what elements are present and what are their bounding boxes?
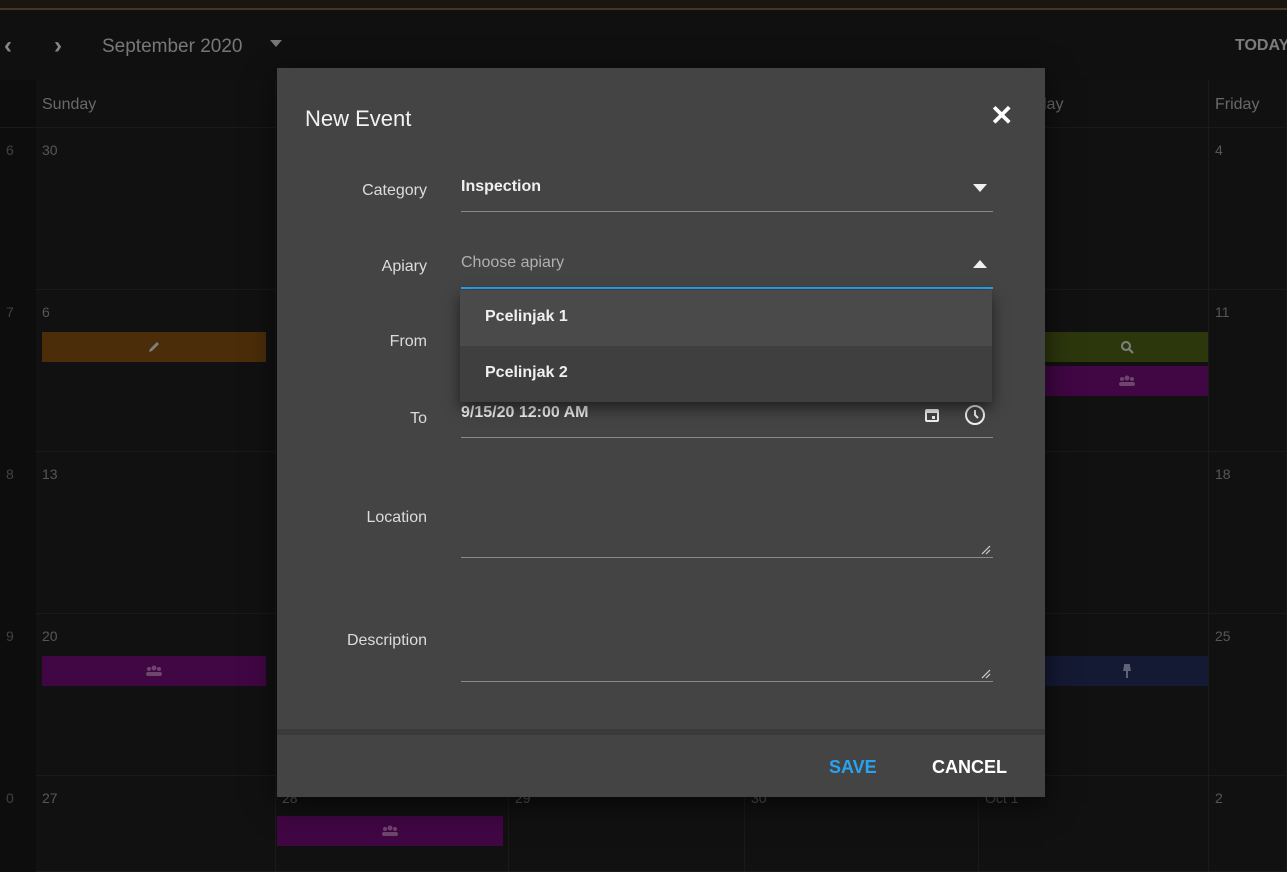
- description-label: Description: [346, 632, 427, 649]
- category-select[interactable]: Inspection: [461, 168, 993, 212]
- calendar-icon[interactable]: [924, 407, 940, 423]
- clock-icon[interactable]: [964, 404, 986, 426]
- dialog-footer: SAVE CANCEL: [277, 729, 1045, 797]
- apiary-option[interactable]: Pcelinjak 1: [460, 290, 992, 346]
- save-button[interactable]: SAVE: [829, 757, 877, 778]
- resize-handle-icon[interactable]: [981, 669, 991, 679]
- description-textarea[interactable]: [461, 624, 993, 682]
- cancel-button[interactable]: CANCEL: [932, 757, 1007, 778]
- chevron-up-icon[interactable]: [973, 260, 987, 268]
- category-value: Inspection: [461, 178, 542, 195]
- apiary-label: Apiary: [381, 258, 427, 275]
- apiary-dropdown-list: Pcelinjak 1 Pcelinjak 2: [460, 290, 992, 402]
- category-label: Category: [362, 182, 427, 199]
- location-label: Location: [366, 509, 428, 526]
- close-icon[interactable]: ✕: [990, 102, 1013, 130]
- resize-handle-icon[interactable]: [981, 545, 991, 555]
- new-event-dialog: New Event ✕ Category Inspection Apiary C…: [277, 68, 1045, 797]
- dialog-title: New Event: [305, 106, 412, 131]
- to-label: To: [410, 410, 427, 427]
- chevron-down-icon[interactable]: [973, 184, 987, 192]
- from-label: From: [389, 333, 427, 350]
- to-value: 9/15/20 12:00 AM: [461, 404, 589, 421]
- apiary-select[interactable]: Choose apiary: [461, 244, 993, 289]
- apiary-option[interactable]: Pcelinjak 2: [460, 346, 992, 402]
- apiary-placeholder: Choose apiary: [461, 254, 565, 271]
- location-textarea[interactable]: [461, 500, 993, 558]
